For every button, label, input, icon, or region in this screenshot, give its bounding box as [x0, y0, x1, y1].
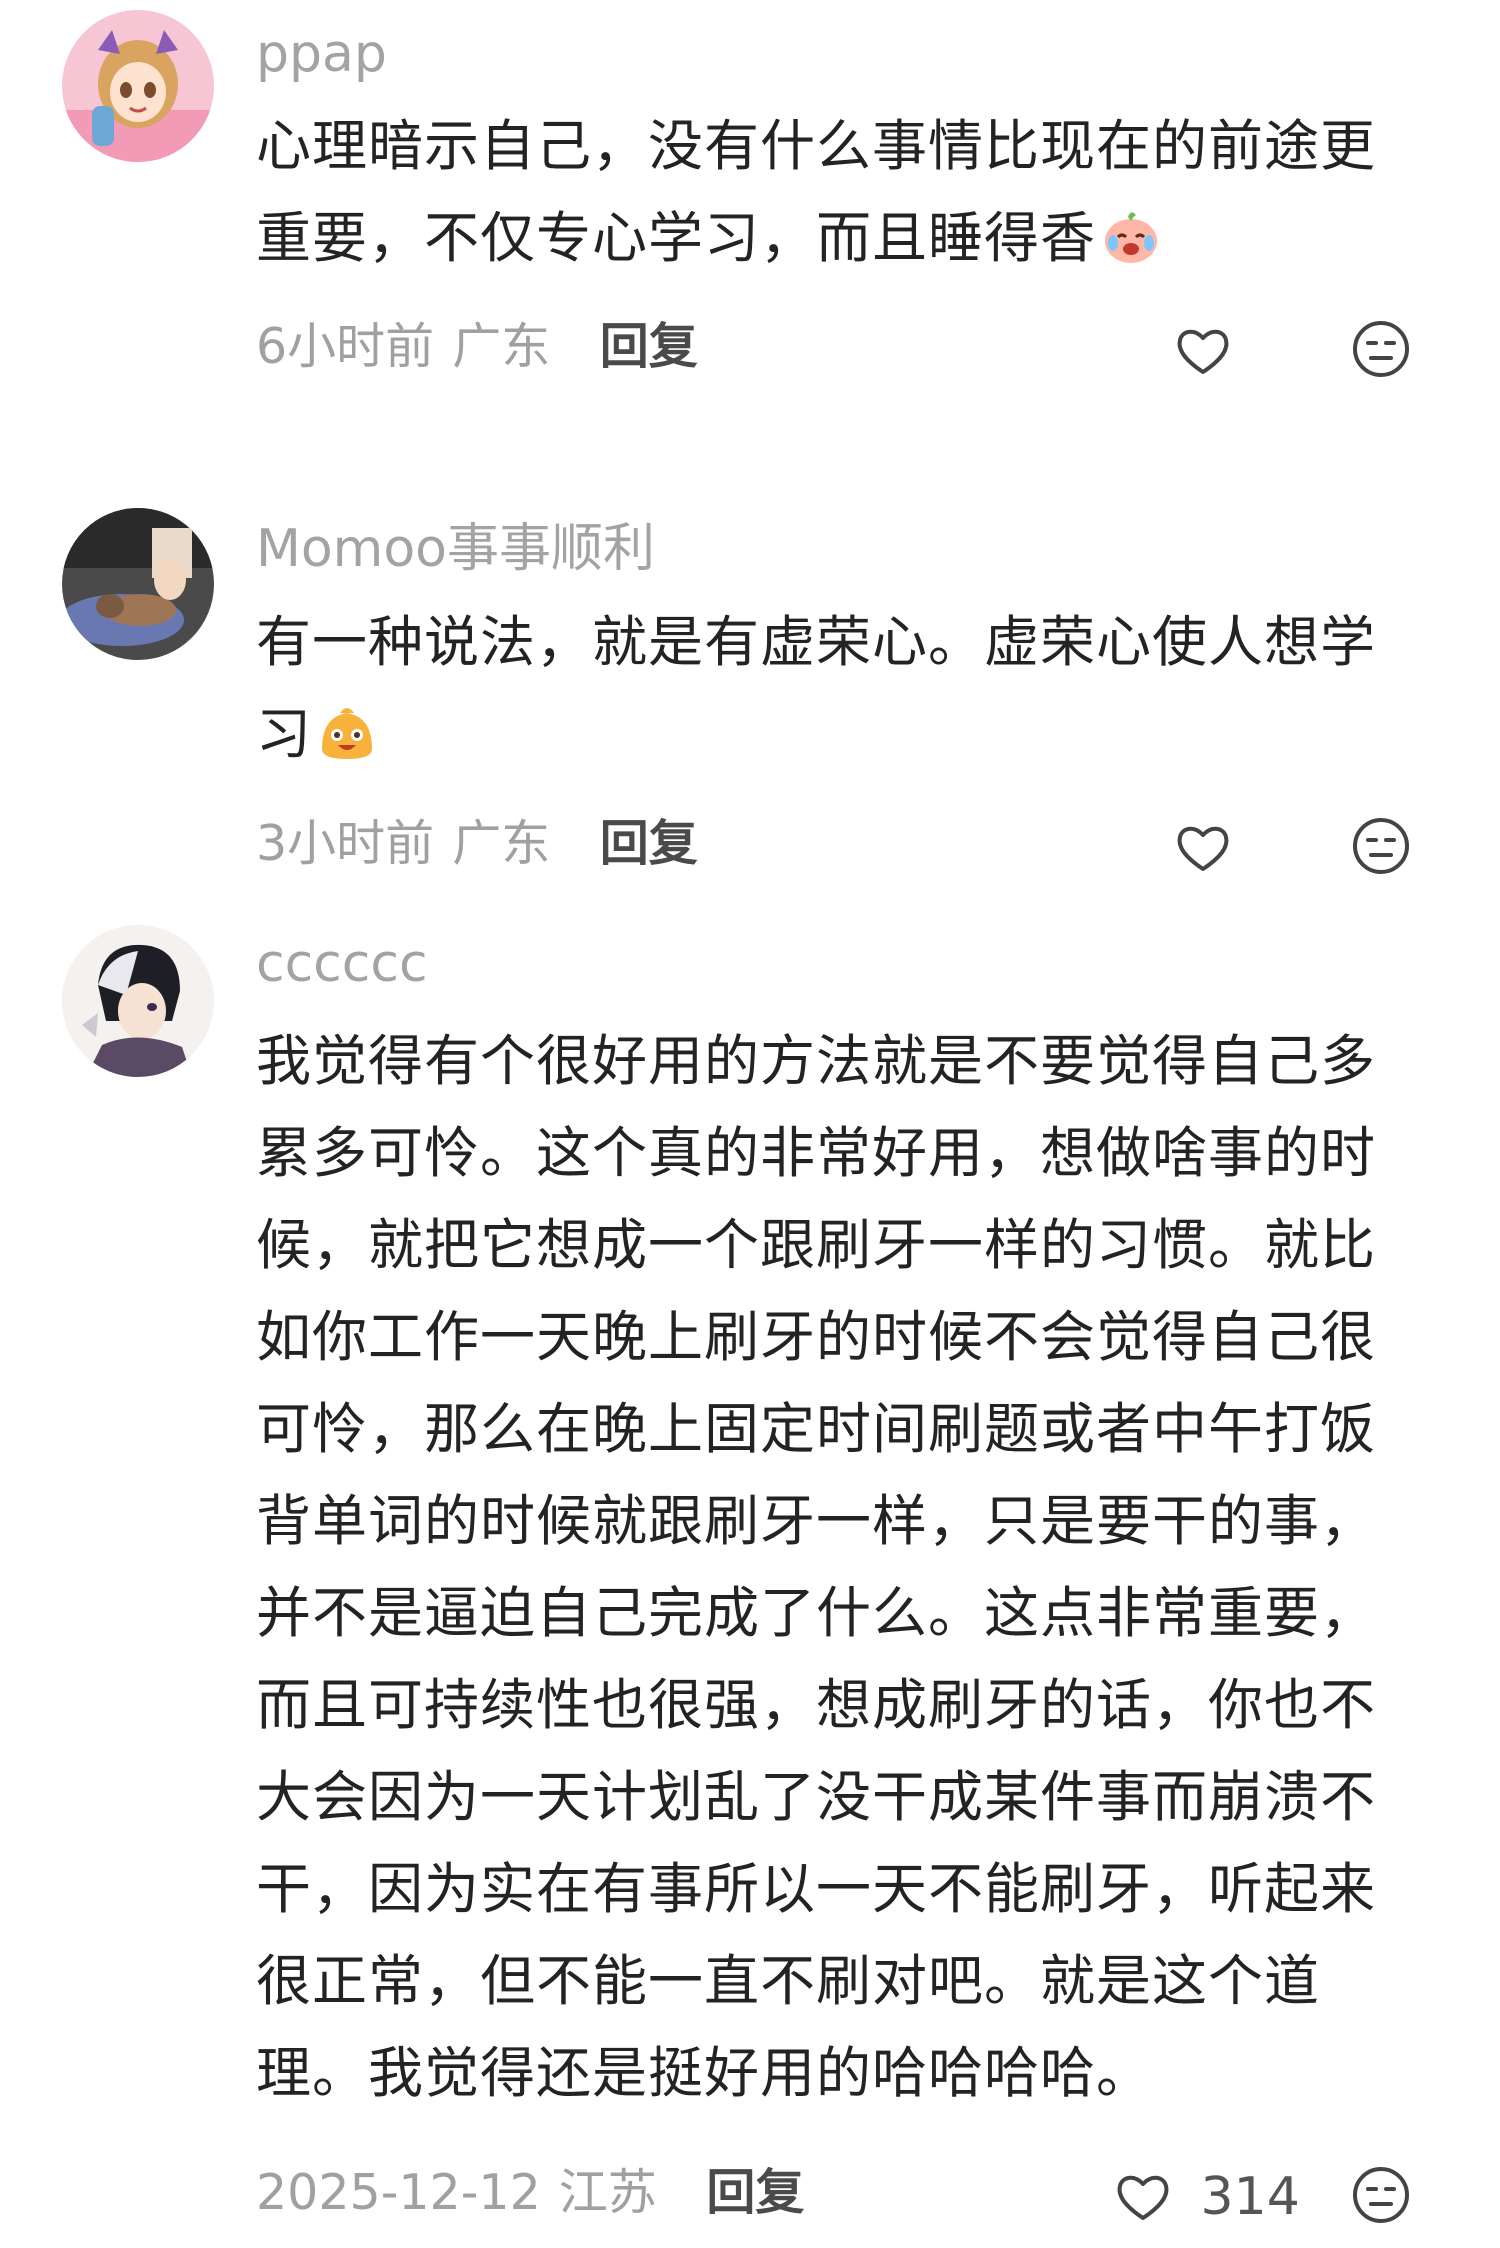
comment-text: 我觉得有个很好用的方法就是不要觉得自己多累多可怜。这个真的非常好用，想做啥事的时… [256, 1015, 1426, 2119]
comment-text-body: 我觉得有个很好用的方法就是不要觉得自己多累多可怜。这个真的非常好用，想做啥事的时… [256, 1029, 1377, 2105]
like-count: 314 [1200, 2167, 1300, 2227]
anime-girl-avatar-icon [62, 10, 214, 162]
comment-meta: 6小时前 广东 回复 [256, 312, 698, 382]
comment-meta: 3小时前 广东 回复 [256, 809, 698, 879]
comment-time: 3小时前 [256, 815, 435, 872]
heart-outline-icon [1177, 826, 1229, 871]
like-button[interactable] [1172, 313, 1261, 383]
cat-photo-avatar-icon [62, 508, 214, 660]
heart-outline-icon [1177, 329, 1229, 374]
neutral-face-icon [1353, 2167, 1409, 2223]
comment-location: 广东 [452, 815, 551, 872]
comment-text: 心理暗示自己，没有什么事情比现在的前途更重要，不仅专心学习，而且睡得香 [256, 100, 1426, 284]
dislike-button[interactable] [1350, 2164, 1412, 2226]
avatar[interactable] [62, 10, 214, 162]
dislike-button[interactable] [1350, 318, 1412, 380]
crying-laughing-peach-emoji-icon [1100, 202, 1162, 264]
heart-outline-icon [1117, 2175, 1169, 2220]
anime-boy-avatar-icon [62, 925, 214, 1077]
comment-text-body: 心理暗示自己，没有什么事情比现在的前途更重要，不仅专心学习，而且睡得香 [256, 114, 1377, 270]
username[interactable]: ppap [256, 24, 387, 84]
comment-text: 有一种说法，就是有虚荣心。虚荣心使人想学习 [256, 596, 1426, 780]
grinning-bun-emoji-icon [316, 698, 378, 760]
comment-location: 江苏 [558, 2164, 657, 2221]
comment-time: 6小时前 [256, 318, 435, 375]
avatar[interactable] [62, 508, 214, 660]
comment-time: 2025-12-12 [256, 2164, 541, 2221]
avatar[interactable] [62, 925, 214, 1077]
reply-button[interactable]: 回复 [600, 809, 698, 879]
dislike-button[interactable] [1350, 815, 1412, 877]
comment-text-body: 有一种说法，就是有虚荣心。虚荣心使人想学习 [256, 610, 1377, 766]
username[interactable]: cccccc [256, 934, 428, 994]
comment-meta: 2025-12-12 江苏 回复 [256, 2158, 804, 2228]
reply-button[interactable]: 回复 [600, 312, 698, 382]
neutral-face-icon [1353, 818, 1409, 874]
reply-button[interactable]: 回复 [706, 2158, 804, 2228]
neutral-face-icon [1353, 321, 1409, 377]
username[interactable]: Momoo事事顺利 [256, 519, 655, 579]
comment-location: 广东 [452, 318, 551, 375]
like-button[interactable] [1172, 810, 1261, 880]
like-button[interactable]: 314 [1112, 2159, 1300, 2229]
